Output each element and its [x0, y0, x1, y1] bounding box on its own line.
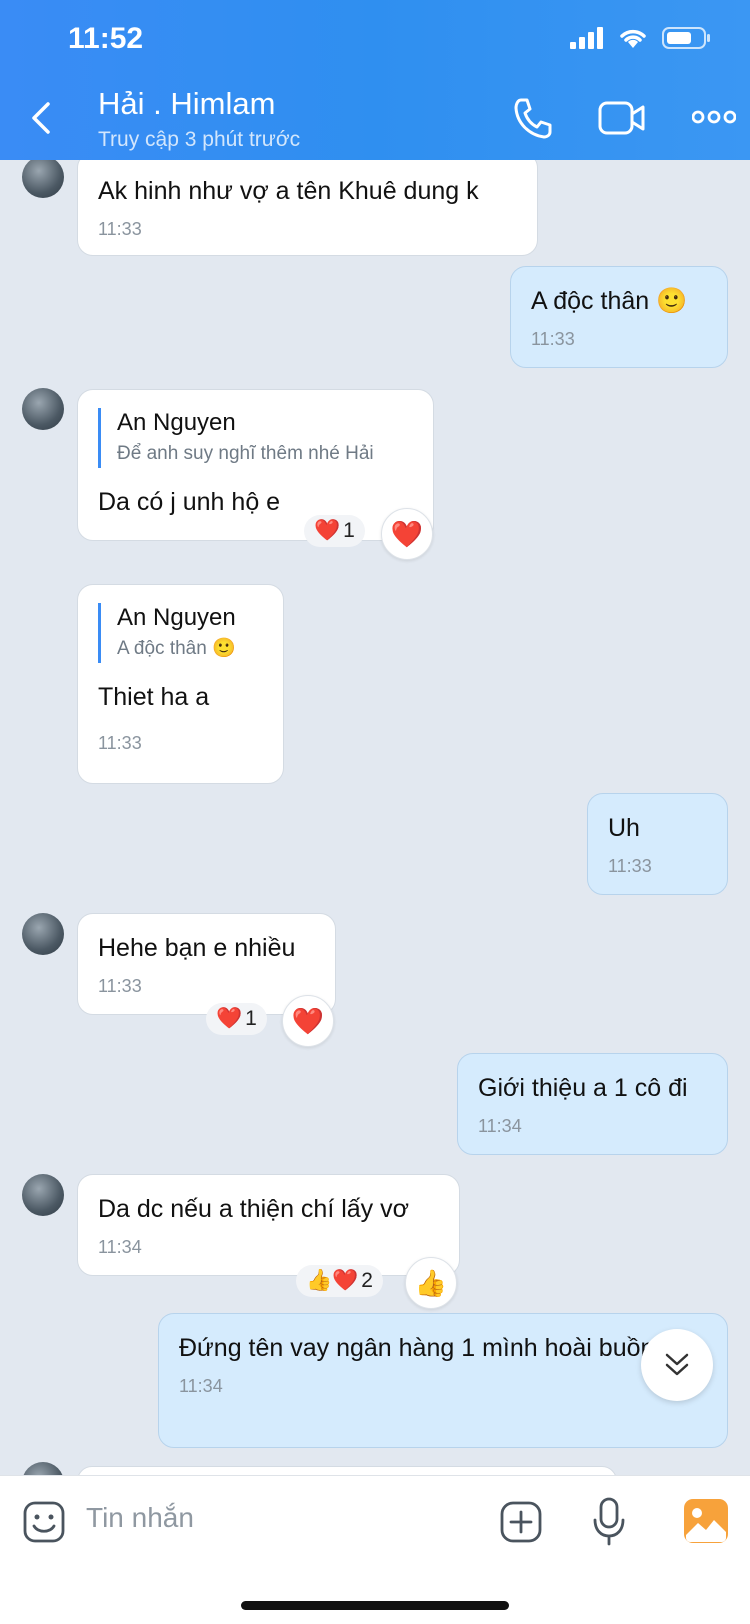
message-text: Ak hinh như vợ a tên Khuê dung k	[98, 177, 479, 205]
back-icon[interactable]	[24, 96, 60, 140]
reaction-summary[interactable]: ❤️ 1	[304, 515, 365, 547]
message-time: 11:33	[98, 733, 142, 753]
message-text-content: A độc thân	[531, 287, 650, 315]
message-bubble[interactable]: Uh 11:33	[587, 793, 728, 895]
heart-icon: ❤️	[216, 1007, 243, 1030]
sticker-icon[interactable]	[22, 1500, 66, 1544]
quote-author: An Nguyen	[117, 604, 236, 631]
last-seen: Truy cập 3 phút trước	[98, 128, 301, 151]
avatar[interactable]	[22, 388, 64, 430]
image-icon[interactable]	[683, 1498, 729, 1544]
message-bubble[interactable]: Da dc nếu a thiện chí lấy vơ 11:34	[77, 1174, 460, 1276]
message-input-bar: Tin nhắn	[0, 1475, 750, 1624]
scroll-down-icon	[665, 1353, 689, 1376]
wifi-icon	[620, 29, 646, 48]
message-text: Da dc nếu a thiện chí lấy vơ	[98, 1195, 410, 1223]
message-time: 11:33	[98, 976, 142, 996]
avatar[interactable]	[22, 160, 64, 198]
message-text: Da có j unh hộ e	[98, 488, 281, 516]
smile-emoji-icon: 🙂	[656, 287, 688, 315]
reaction-summary[interactable]: 👍❤️ 2	[296, 1265, 383, 1297]
message-bubble[interactable]: Ak hinh như vợ a tên Khuê dung k 11:33	[77, 160, 538, 256]
message-text: Uh	[608, 814, 640, 842]
message-time: 11:33	[531, 329, 575, 349]
message-bubble[interactable]: An Nguyen A độc thân 🙂 Thiet ha a 11:33	[77, 584, 284, 784]
message-time: 11:33	[98, 219, 142, 239]
message-bubble[interactable]: A độc thân 🙂 11:33	[510, 266, 728, 368]
phone-icon[interactable]	[512, 96, 552, 140]
add-icon[interactable]	[499, 1500, 543, 1544]
quote-text: Để anh suy nghĩ thêm nhé Hải	[117, 443, 374, 464]
avatar[interactable]	[22, 913, 64, 955]
reaction-button[interactable]: 👍	[405, 1257, 457, 1309]
avatar[interactable]	[22, 1462, 64, 1475]
quote-author: An Nguyen	[117, 409, 236, 436]
message-bubble[interactable]	[77, 1466, 617, 1475]
reaction-summary[interactable]: ❤️ 1	[206, 1003, 267, 1035]
contact-name[interactable]: Hải . Himlam	[98, 86, 275, 122]
smile-emoji-icon: 🙂	[212, 638, 236, 659]
reaction-count: 1	[343, 519, 355, 542]
reaction-count: 1	[245, 1007, 257, 1030]
quoted-message[interactable]: An Nguyen Để anh suy nghĩ thêm nhé Hải	[98, 408, 413, 468]
signal-icon	[570, 27, 603, 49]
home-indicator	[241, 1601, 509, 1610]
message-text: A độc thân 🙂	[531, 285, 707, 317]
scroll-down-button[interactable]	[641, 1329, 713, 1401]
status-time: 11:52	[68, 22, 144, 55]
message-text: Đứng tên vay ngân hàng 1 mình hoài buồn …	[179, 1334, 704, 1362]
battery-icon	[662, 27, 710, 49]
avatar[interactable]	[22, 1174, 64, 1216]
message-time: 11:34	[478, 1116, 522, 1136]
chat-header: 11:52 Hải . Himlam Truy cập 3 phút trước	[0, 0, 750, 160]
quote-text: A độc thân 🙂	[117, 635, 263, 663]
quote-text-content: A độc thân	[117, 638, 207, 659]
message-text: Giới thiệu a 1 cô đi	[478, 1074, 688, 1102]
chat-area[interactable]: Ak hinh như vợ a tên Khuê dung k 11:33 A…	[0, 160, 750, 1475]
reaction-button[interactable]: ❤️	[282, 995, 334, 1047]
message-text: Hehe bạn e nhiều	[98, 934, 296, 962]
reaction-count: 2	[361, 1269, 373, 1292]
quoted-message[interactable]: An Nguyen A độc thân 🙂	[98, 603, 263, 663]
microphone-icon[interactable]	[591, 1496, 627, 1548]
video-call-icon[interactable]	[598, 100, 646, 136]
status-icons	[570, 26, 712, 50]
like-heart-icons: 👍❤️	[306, 1269, 359, 1292]
reaction-button[interactable]: ❤️	[381, 508, 433, 560]
message-time: 11:34	[179, 1376, 223, 1396]
message-bubble[interactable]: An Nguyen Để anh suy nghĩ thêm nhé Hải D…	[77, 389, 434, 541]
heart-icon: ❤️	[314, 519, 341, 542]
message-bubble[interactable]: Giới thiệu a 1 cô đi 11:34	[457, 1053, 728, 1155]
message-time: 11:34	[98, 1237, 142, 1257]
message-input[interactable]: Tin nhắn	[86, 1502, 194, 1534]
message-bubble[interactable]: Đứng tên vay ngân hàng 1 mình hoài buồn …	[158, 1313, 728, 1448]
more-icon[interactable]	[692, 110, 736, 124]
message-time: 11:33	[608, 856, 652, 876]
message-text: Thiet ha a	[98, 683, 210, 711]
